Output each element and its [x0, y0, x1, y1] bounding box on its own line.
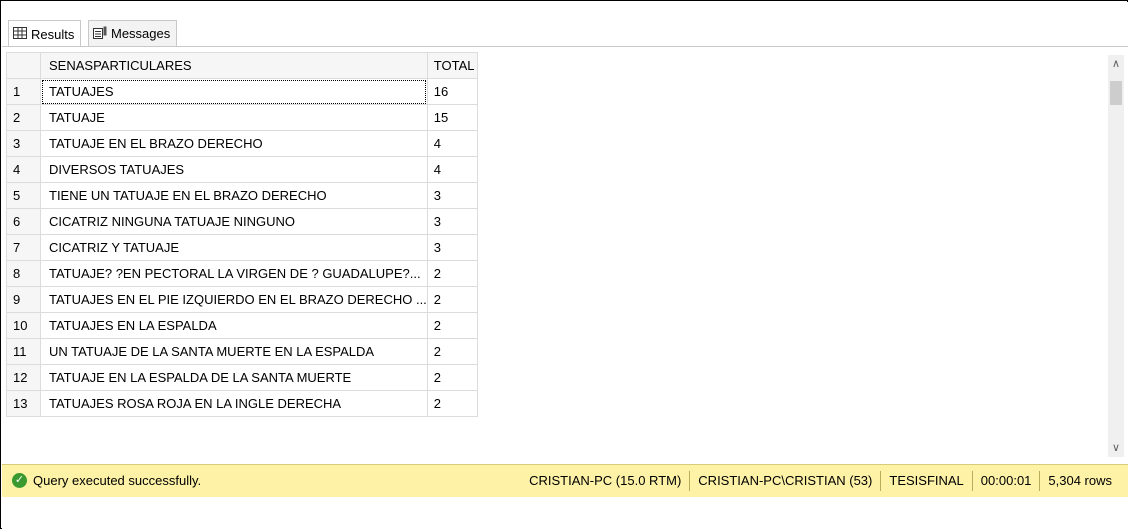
table-row[interactable]: 6 CICATRIZ NINGUNA TATUAJE NINGUNO 3 [6, 208, 478, 235]
row-number-cell[interactable]: 1 [6, 78, 41, 105]
total-cell[interactable]: 2 [426, 338, 478, 365]
total-cell[interactable]: 3 [426, 182, 478, 209]
tab-results[interactable]: Results [8, 20, 82, 47]
row-number-header[interactable] [6, 52, 41, 79]
senasparticulares-cell[interactable]: TATUAJES ROSA ROJA EN LA INGLE DERECHA [40, 390, 428, 417]
table-row[interactable]: 7 CICATRIZ Y TATUAJE 3 [6, 234, 478, 261]
check-circle-icon: ✓ [12, 473, 27, 488]
total-cell[interactable]: 4 [426, 130, 478, 157]
status-rows: 5,304 rows [1039, 471, 1120, 491]
status-message: ✓ Query executed successfully. [12, 473, 201, 488]
senasparticulares-cell[interactable]: DIVERSOS TATUAJES [40, 156, 428, 183]
bottom-strip [2, 497, 1128, 529]
senasparticulares-cell[interactable]: TATUAJE EN EL BRAZO DERECHO [40, 130, 428, 157]
table-row[interactable]: 11 UN TATUAJE DE LA SANTA MUERTE EN LA ES… [6, 338, 478, 365]
results-grid-area: SENASPARTICULARES TOTAL 1 TATUAJES 16 2 TATU… [2, 46, 1128, 465]
total-cell[interactable]: 2 [426, 364, 478, 391]
table-row[interactable]: 2 TATUAJE 15 [6, 104, 478, 131]
senasparticulares-cell[interactable]: TATUAJES EN LA ESPALDA [40, 312, 428, 339]
tab-messages-label: Messages [111, 26, 171, 41]
table-row[interactable]: 3 TATUAJE EN EL BRAZO DERECHO 4 [6, 130, 478, 157]
chevron-down-icon[interactable]: ∨ [1108, 439, 1124, 457]
results-grid: SENASPARTICULARES TOTAL 1 TATUAJES 16 2 TATU… [6, 52, 478, 417]
senasparticulares-cell[interactable]: TATUAJE? ?EN PECTORAL LA VIRGEN DE ? GUA… [40, 260, 428, 287]
senasparticulares-cell[interactable]: TATUAJE EN LA ESPALDA DE LA SANTA MUERTE [40, 364, 428, 391]
row-number-cell[interactable]: 4 [6, 156, 41, 183]
senasparticulares-cell[interactable]: CICATRIZ NINGUNA TATUAJE NINGUNO [40, 208, 428, 235]
senasparticulares-cell[interactable]: CICATRIZ Y TATUAJE [40, 234, 428, 261]
column-header-senasparticulares[interactable]: SENASPARTICULARES [40, 52, 428, 79]
table-row[interactable]: 10 TATUAJES EN LA ESPALDA 2 [6, 312, 478, 339]
tab-results-label: Results [31, 26, 75, 42]
status-segments: CRISTIAN-PC (15.0 RTM) CRISTIAN-PC\CRIST… [521, 465, 1120, 497]
table-row[interactable]: 8 TATUAJE? ?EN PECTORAL LA VIRGEN DE ? GU… [6, 260, 478, 287]
status-database: TESISFINAL [880, 471, 971, 491]
messages-icon [93, 26, 107, 42]
row-number-cell[interactable]: 5 [6, 182, 41, 209]
results-window: Results Messages SENASPARTICULARES TOTAL… [0, 0, 1128, 529]
scrollbar-thumb[interactable] [1110, 81, 1122, 105]
total-cell[interactable]: 2 [426, 260, 478, 287]
row-number-cell[interactable]: 10 [6, 312, 41, 339]
senasparticulares-cell[interactable]: TATUAJES EN EL PIE IZQUIERDO EN EL BRAZO… [40, 286, 428, 313]
senasparticulares-cell[interactable]: TATUAJES [40, 78, 428, 105]
senasparticulares-cell[interactable]: UN TATUAJE DE LA SANTA MUERTE EN LA ESPA… [40, 338, 428, 365]
row-number-cell[interactable]: 12 [6, 364, 41, 391]
total-cell[interactable]: 16 [426, 78, 478, 105]
total-cell[interactable]: 4 [426, 156, 478, 183]
total-cell[interactable]: 2 [426, 286, 478, 313]
total-cell[interactable]: 2 [426, 312, 478, 339]
table-row[interactable]: 9 TATUAJES EN EL PIE IZQUIERDO EN EL BRAZ… [6, 286, 478, 313]
total-cell[interactable]: 2 [426, 390, 478, 417]
row-number-cell[interactable]: 3 [6, 130, 41, 157]
vertical-scrollbar[interactable]: ∧ ∨ [1108, 55, 1124, 457]
grid-header-row: SENASPARTICULARES TOTAL [6, 52, 478, 79]
total-cell[interactable]: 15 [426, 104, 478, 131]
status-elapsed: 00:00:01 [971, 471, 1040, 491]
row-number-cell[interactable]: 2 [6, 104, 41, 131]
column-header-total[interactable]: TOTAL [426, 52, 478, 79]
senasparticulares-cell[interactable]: TATUAJE [40, 104, 428, 131]
status-user: CRISTIAN-PC\CRISTIAN (53) [689, 471, 880, 491]
row-number-cell[interactable]: 7 [6, 234, 41, 261]
table-row[interactable]: 4 DIVERSOS TATUAJES 4 [6, 156, 478, 183]
status-bar: ✓ Query executed successfully. CRISTIAN-… [2, 464, 1128, 497]
row-number-cell[interactable]: 9 [6, 286, 41, 313]
table-row[interactable]: 1 TATUAJES 16 [6, 78, 478, 105]
row-number-cell[interactable]: 8 [6, 260, 41, 287]
result-tabs: Results Messages [2, 2, 1128, 47]
status-server: CRISTIAN-PC (15.0 RTM) [529, 473, 682, 488]
total-cell[interactable]: 3 [426, 208, 478, 235]
tab-messages[interactable]: Messages [88, 20, 178, 46]
senasparticulares-cell[interactable]: TIENE UN TATUAJE EN EL BRAZO DERECHO [40, 182, 428, 209]
table-row[interactable]: 13 TATUAJES ROSA ROJA EN LA INGLE DERECHA… [6, 390, 478, 417]
row-number-cell[interactable]: 11 [6, 338, 41, 365]
row-number-cell[interactable]: 6 [6, 208, 41, 235]
row-number-cell[interactable]: 13 [6, 390, 41, 417]
table-row[interactable]: 12 TATUAJE EN LA ESPALDA DE LA SANTA MUER… [6, 364, 478, 391]
grid-icon [13, 26, 27, 42]
chevron-up-icon[interactable]: ∧ [1108, 55, 1124, 73]
table-row[interactable]: 5 TIENE UN TATUAJE EN EL BRAZO DERECHO 3 [6, 182, 478, 209]
status-message-text: Query executed successfully. [33, 473, 202, 488]
total-cell[interactable]: 3 [426, 234, 478, 261]
